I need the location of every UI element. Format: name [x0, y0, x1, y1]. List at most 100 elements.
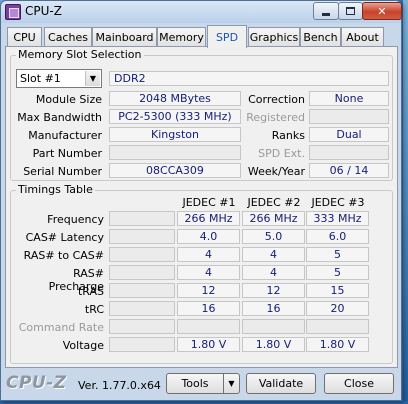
- desktop-background: [403, 0, 408, 404]
- timing-cell: 4.0: [177, 229, 240, 244]
- tab-label: Mainboard: [95, 31, 154, 44]
- maximize-icon: [346, 7, 355, 15]
- part-number-label: Part Number: [32, 147, 102, 160]
- timing-cell: [242, 319, 305, 334]
- tab-mainboard[interactable]: Mainboard: [92, 27, 157, 47]
- tab-graphics[interactable]: Graphics: [248, 27, 300, 47]
- manufacturer-value: Kingston: [109, 127, 241, 142]
- serial-number-label: Serial Number: [23, 165, 102, 178]
- slot-select-value: Slot #1: [20, 72, 61, 85]
- timing-cell: 4: [242, 247, 305, 262]
- week-year-value: 06 / 14: [309, 163, 389, 178]
- tab-memory[interactable]: Memory: [157, 27, 206, 47]
- timing-spacer-cell: [109, 247, 175, 262]
- tab-label: Graphics: [249, 31, 299, 44]
- registered-label: Registered: [246, 111, 305, 124]
- week-year-label: Week/Year: [247, 165, 305, 178]
- timing-cell: 4: [177, 265, 240, 280]
- cpuz-window: CPU-Z ✕ CPU Caches Mainboard Memory SPD …: [0, 0, 402, 401]
- memory-slot-group-title: Memory Slot Selection: [16, 48, 144, 61]
- tab-caches[interactable]: Caches: [44, 27, 92, 47]
- timing-row-label: tRC: [84, 303, 104, 316]
- tab-bench[interactable]: Bench: [300, 27, 341, 47]
- timing-cell: 1.80 V: [177, 337, 240, 352]
- module-size-label: Module Size: [35, 93, 102, 106]
- cpuz-logo: CPU-Z: [6, 373, 67, 393]
- module-size-value: 2048 MBytes: [109, 91, 241, 106]
- column-header: JEDEC #3: [311, 196, 365, 209]
- timing-row-label: RAS# to CAS#: [23, 249, 104, 262]
- memory-slot-group: Memory Slot Selection Slot #1 ▼ DDR2 Mod…: [10, 48, 393, 181]
- manufacturer-label: Manufacturer: [28, 129, 102, 142]
- tools-dropdown-button[interactable]: ▼: [223, 373, 240, 394]
- timing-cell: [177, 319, 240, 334]
- tab-label: About: [346, 31, 379, 44]
- correction-value: None: [309, 91, 389, 106]
- close-window-button[interactable]: ✕: [362, 2, 402, 20]
- spd-ext-value: [309, 145, 389, 160]
- tab-about[interactable]: About: [341, 27, 384, 47]
- maximize-button[interactable]: [338, 2, 363, 20]
- slot-select[interactable]: Slot #1 ▼: [16, 69, 102, 88]
- part-number-value: [109, 145, 241, 160]
- timing-cell: 333 MHz: [306, 211, 369, 226]
- timing-spacer-cell: [109, 211, 175, 226]
- spd-panel: Memory Slot Selection Slot #1 ▼ DDR2 Mod…: [5, 46, 398, 368]
- tab-label: Caches: [48, 31, 88, 44]
- spd-ext-label: SPD Ext.: [258, 147, 305, 160]
- timing-cell: 16: [177, 301, 240, 316]
- column-header: JEDEC #2: [247, 196, 301, 209]
- version-text: Ver. 1.77.0.x64: [78, 379, 161, 392]
- timing-cell: 5: [306, 247, 369, 262]
- timing-cell: 4: [177, 247, 240, 262]
- tools-button-label: Tools: [181, 377, 209, 390]
- memory-type-field: DDR2: [109, 71, 389, 86]
- timing-cell: 15: [306, 283, 369, 298]
- validate-button[interactable]: Validate: [246, 373, 316, 394]
- minimize-icon: [322, 12, 330, 16]
- close-icon: ✕: [377, 4, 387, 18]
- timing-cell: 1.80 V: [306, 337, 369, 352]
- timing-cell: 4: [242, 265, 305, 280]
- tools-button[interactable]: Tools: [166, 373, 224, 394]
- tab-spd[interactable]: SPD: [207, 25, 247, 48]
- cpuz-app-icon: [5, 4, 21, 20]
- title-bar[interactable]: CPU-Z ✕: [1, 1, 402, 23]
- timings-group-title: Timings Table: [16, 183, 95, 196]
- timing-row-label: Command Rate: [18, 321, 104, 334]
- timing-cell: 16: [242, 301, 305, 316]
- chevron-down-icon: ▼: [228, 379, 235, 388]
- timing-cell: 12: [177, 283, 240, 298]
- tab-label: Bench: [303, 31, 338, 44]
- ranks-label: Ranks: [271, 129, 305, 142]
- ranks-value: Dual: [309, 127, 389, 142]
- timing-row-label: CAS# Latency: [25, 231, 104, 244]
- timing-cell: 20: [306, 301, 369, 316]
- timing-row-label: Voltage: [62, 339, 104, 352]
- serial-number-value: 08CCA309: [109, 163, 241, 178]
- timing-cell: 266 MHz: [242, 211, 305, 226]
- timing-cell: 12: [242, 283, 305, 298]
- timing-spacer-cell: [109, 301, 175, 316]
- timing-cell: 5: [306, 265, 369, 280]
- column-header: JEDEC #1: [182, 196, 236, 209]
- correction-label: Correction: [248, 93, 305, 106]
- timing-spacer-cell: [109, 265, 175, 280]
- minimize-button[interactable]: [313, 2, 339, 20]
- timing-spacer-cell: [109, 229, 175, 244]
- footer-bar: CPU-Z Ver. 1.77.0.x64 Tools ▼ Validate C…: [1, 371, 401, 401]
- max-bandwidth-value: PC2-5300 (333 MHz): [109, 109, 241, 124]
- timing-spacer-cell: [109, 319, 175, 334]
- timing-cell: 266 MHz: [177, 211, 240, 226]
- timing-spacer-cell: [109, 283, 175, 298]
- timing-spacer-cell: [109, 337, 175, 352]
- timing-cell: 5.0: [242, 229, 305, 244]
- tab-cpu[interactable]: CPU: [7, 27, 42, 47]
- tab-bar: CPU Caches Mainboard Memory SPD Graphics…: [5, 25, 397, 48]
- timing-row-label: tRAS: [77, 285, 104, 298]
- close-button[interactable]: Close: [324, 373, 394, 394]
- chevron-down-icon[interactable]: ▼: [85, 71, 100, 86]
- timing-cell: [306, 319, 369, 334]
- window-title: CPU-Z: [25, 4, 62, 18]
- tab-label: Memory: [159, 31, 204, 44]
